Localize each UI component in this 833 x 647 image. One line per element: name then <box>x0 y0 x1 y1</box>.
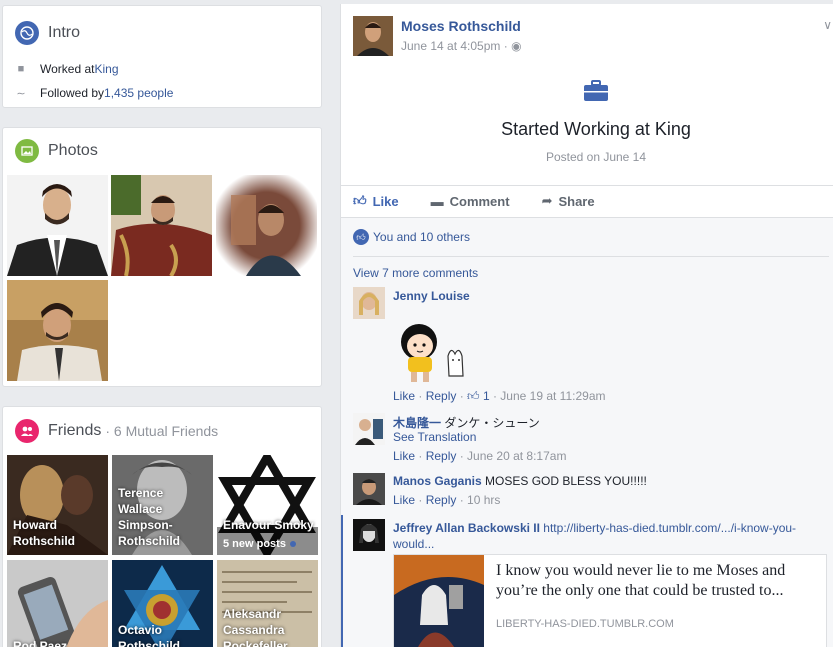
post-actions: 👍︎ Like ▬ Comment ➦ Share <box>353 193 627 209</box>
comment-like-link[interactable]: Like <box>393 449 415 463</box>
work-label: Worked at <box>40 62 95 76</box>
commenter-avatar[interactable] <box>353 473 385 505</box>
link-preview-card[interactable]: I know you would never lie to me Moses a… <box>393 554 827 647</box>
comment-footer: Like · Reply · June 20 at 8:17am <box>393 449 567 463</box>
followed-label: Followed by <box>40 86 105 100</box>
divider <box>341 217 833 218</box>
friend-tile[interactable]: Octavio Rothschild <box>112 560 213 647</box>
friend-name: Rod Paez <box>13 639 68 647</box>
comment-button[interactable]: ▬ Comment <box>431 193 510 209</box>
reactions-summary[interactable]: 👍︎ You and 10 others <box>353 229 470 245</box>
like-reaction-icon: 👍︎ <box>353 229 369 245</box>
comment-footer: Like · Reply · 👍︎ 1 · June 19 at 11:29am <box>393 389 606 403</box>
share-icon: ➦ <box>541 193 553 208</box>
commenter-name[interactable]: 木島隆一 <box>393 416 441 430</box>
photos-header: Photos <box>15 139 98 163</box>
chevron-down-icon[interactable]: ∨ <box>823 18 832 32</box>
commenter-name[interactable]: Jeffrey Allan Backowski II <box>393 521 540 535</box>
friend-tile[interactable]: Howard Rothschild <box>7 455 108 555</box>
briefcase-icon: ■ <box>17 63 25 75</box>
comment-reply-link[interactable]: Reply <box>426 389 457 403</box>
briefcase-icon <box>583 80 609 107</box>
photo-thumb[interactable] <box>111 175 212 276</box>
photo-thumb[interactable] <box>7 280 108 381</box>
followers-row: ∼ Followed by 1,435 people <box>15 86 173 100</box>
friend-name: Aleksandr Cassandra Rockefeller <box>223 607 288 647</box>
friend-tile[interactable]: Enavour Smoky 5 new posts <box>217 455 318 555</box>
author-avatar[interactable] <box>353 16 393 56</box>
share-button[interactable]: ➦ Share <box>542 193 595 209</box>
intro-header: Intro <box>15 21 80 45</box>
sticker-image <box>393 320 473 391</box>
divider <box>341 185 833 186</box>
comment-footer: Like · Reply · 10 hrs <box>393 493 501 507</box>
friend-tile[interactable]: Rod Paez <box>7 560 108 647</box>
photos-card: Photos <box>2 127 322 387</box>
comment-body: 木島隆一 ダンケ・シューン <box>393 414 540 431</box>
friend-name: Howard Rothschild <box>13 518 75 548</box>
mutual-friends-count[interactable]: · 6 Mutual Friends <box>105 423 218 439</box>
comment-text: ダンケ・シューン <box>444 416 540 430</box>
life-event-date: Posted on June 14 <box>545 150 647 164</box>
view-more-comments-link[interactable]: View 7 more comments <box>353 266 478 280</box>
divider <box>353 256 829 257</box>
friends-icon <box>15 419 39 443</box>
post-timestamp[interactable]: June 14 at 4:05pm · ◉ <box>401 39 522 53</box>
commenter-name[interactable]: Jenny Louise <box>393 289 470 303</box>
life-event-title: Started Working at King <box>501 119 691 139</box>
followers-link[interactable]: 1,435 people <box>104 86 173 100</box>
intro-card: Intro ■ Worked at King ∼ Followed by 1,4… <box>2 5 322 108</box>
see-translation-link[interactable]: See Translation <box>393 430 476 444</box>
link-preview-quote: I know you would never lie to me Moses a… <box>496 562 786 599</box>
comment-time[interactable]: June 20 at 8:17am <box>467 449 566 463</box>
commenter-avatar[interactable] <box>353 287 385 319</box>
friend-tile[interactable]: Aleksandr Cassandra Rockefeller <box>217 560 318 647</box>
intro-title: Intro <box>48 24 81 41</box>
comment-icon: ▬ <box>430 193 444 209</box>
thumbs-up-icon: 👍︎ <box>467 389 480 403</box>
friends-card: Friends · 6 Mutual Friends Howard Rothsc… <box>2 406 322 647</box>
photo-icon <box>15 139 39 163</box>
work-row: ■ Worked at King <box>15 62 119 76</box>
commenter-avatar[interactable] <box>353 519 385 551</box>
comment-like-link[interactable]: Like <box>393 493 415 507</box>
globe-icon: ◉ <box>511 39 522 53</box>
profile-page: Intro ■ Worked at King ∼ Followed by 1,4… <box>0 0 833 647</box>
commenter-name[interactable]: Manos Gaganis <box>393 474 482 488</box>
comment-body: Jeffrey Allan Backowski II http://libert… <box>393 520 813 552</box>
comment-time[interactable]: 10 hrs <box>467 493 500 507</box>
friend-tile[interactable]: Terence Wallace Simpson-Rothschild <box>112 455 213 555</box>
active-comment-bar <box>341 515 343 647</box>
friends-header: Friends · 6 Mutual Friends <box>15 419 218 443</box>
thumbs-up-icon: 👍︎ <box>353 193 367 208</box>
photos-title[interactable]: Photos <box>48 142 98 160</box>
comment-reply-link[interactable]: Reply <box>426 449 457 463</box>
photo-thumb[interactable] <box>216 175 317 276</box>
comment-body: Manos Gaganis MOSES GOD BLESS YOU!!!!! <box>393 474 647 488</box>
new-posts-badge: 5 new posts <box>223 538 296 550</box>
comment-time[interactable]: June 19 at 11:29am <box>500 389 605 403</box>
comment-like-link[interactable]: Like <box>393 389 415 403</box>
work-place-link[interactable]: King <box>94 62 118 76</box>
friend-name: Enavour Smoky <box>223 518 314 532</box>
friend-name: Terence Wallace Simpson-Rothschild <box>118 486 180 548</box>
rss-icon: ∼ <box>16 87 26 100</box>
friends-title[interactable]: Friends <box>48 422 101 440</box>
comment-text: MOSES GOD BLESS YOU!!!!! <box>485 474 647 488</box>
comment-reply-link[interactable]: Reply <box>426 493 457 507</box>
link-preview-image <box>394 555 484 647</box>
post-author-link[interactable]: Moses Rothschild <box>401 18 521 34</box>
comment-likes-count[interactable]: 👍︎ 1 <box>467 389 490 403</box>
commenter-avatar[interactable] <box>353 413 385 445</box>
like-button[interactable]: 👍︎ Like <box>353 193 399 209</box>
photo-thumb[interactable] <box>7 175 108 276</box>
link-preview-domain: LIBERTY-HAS-DIED.TUMBLR.COM <box>496 618 674 630</box>
friend-name: Octavio Rothschild <box>118 623 180 647</box>
comments-section: 👍︎ You and 10 others View 7 more comments… <box>341 217 833 647</box>
life-event-post: Moses Rothschild June 14 at 4:05pm · ◉ ∨… <box>340 4 833 647</box>
globe-icon <box>15 21 39 45</box>
